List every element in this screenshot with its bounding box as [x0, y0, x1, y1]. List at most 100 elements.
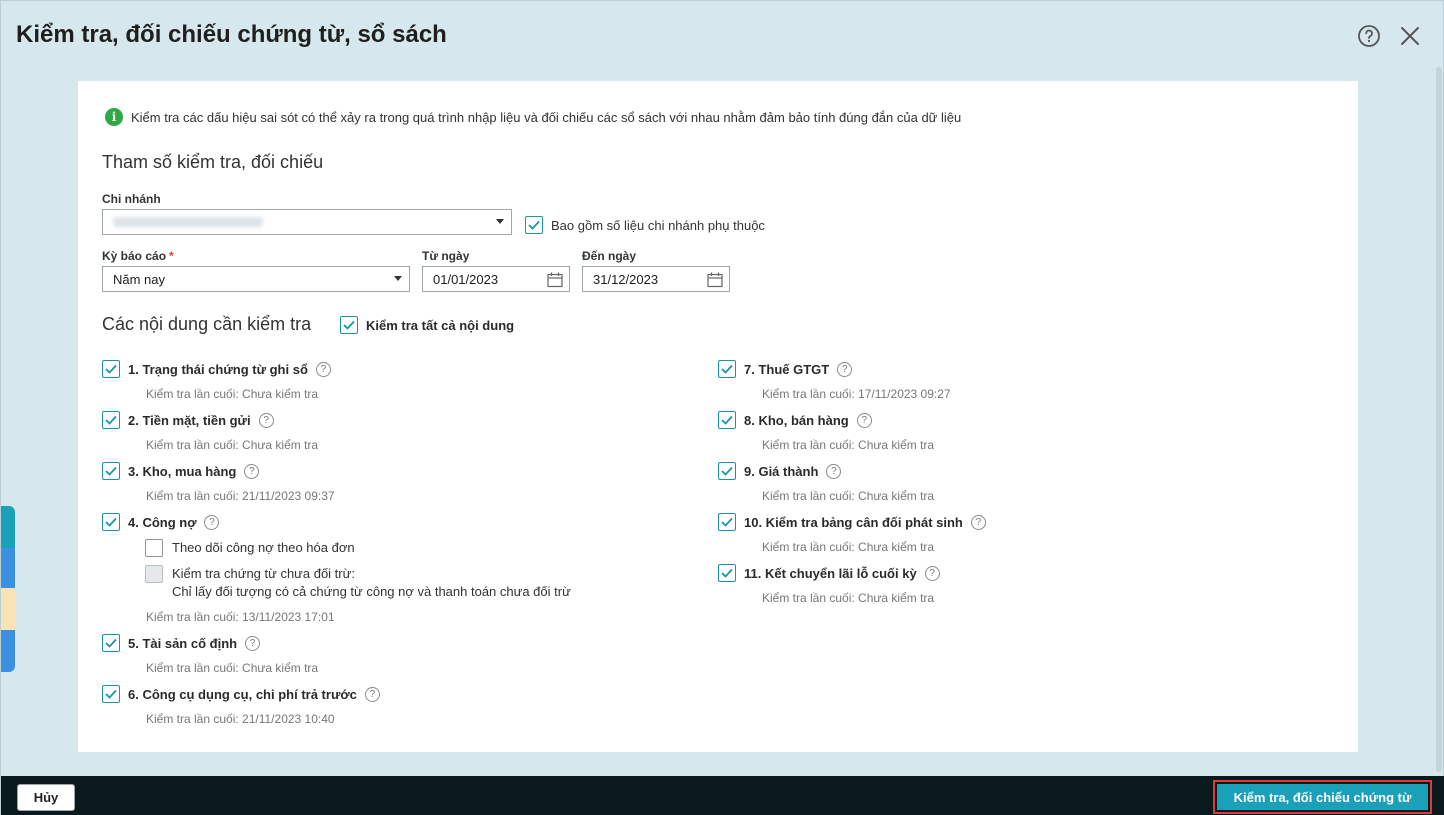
uncleared-docs-line1: Kiểm tra chứng từ chưa đối trừ:: [172, 566, 355, 581]
item-checkbox[interactable]: [718, 462, 736, 480]
branch-label: Chi nhánh: [102, 192, 161, 206]
help-icon[interactable]: ?: [837, 361, 853, 377]
side-quick-tab[interactable]: [1, 506, 15, 672]
item-label: 3. Kho, mua hàng: [128, 463, 237, 479]
check-item-9[interactable]: 9. Giá thành ?: [718, 462, 842, 480]
item-label: 5. Tài sản cố định: [128, 635, 238, 651]
check-all-option[interactable]: Kiểm tra tất cả nội dung: [340, 316, 514, 334]
scrollbar-thumb[interactable]: [1436, 67, 1442, 772]
uncleared-docs-option: Kiểm tra chứng từ chưa đối trừ: Chỉ lấy …: [145, 565, 571, 601]
period-label-text: Kỳ báo cáo: [102, 249, 167, 263]
uncleared-docs-line2: Chỉ lấy đối tượng có cả chứng từ công nợ…: [172, 584, 571, 599]
item-checkbox[interactable]: [102, 634, 120, 652]
info-text: Kiểm tra các dấu hiệu sai sót có thể xảy…: [131, 109, 962, 125]
submit-check-button[interactable]: Kiểm tra, đối chiếu chứng từ: [1217, 784, 1428, 810]
item-label: 6. Công cụ dụng cụ, chi phí trả trước: [128, 686, 357, 702]
period-value: Năm nay: [113, 271, 166, 287]
help-icon[interactable]: ?: [258, 412, 274, 428]
item-last-checked: Kiểm tra lần cuối: 17/11/2023 09:27: [762, 387, 951, 401]
item-label: 4. Công nợ: [128, 514, 197, 530]
check-item-10[interactable]: 10. Kiểm tra bảng cân đối phát sinh ?: [718, 513, 986, 531]
help-icon[interactable]: ?: [204, 514, 220, 530]
info-message: i Kiểm tra các dấu hiệu sai sót có thể x…: [105, 108, 961, 126]
item-checkbox[interactable]: [718, 564, 736, 582]
item-last-checked: Kiểm tra lần cuối: Chưa kiểm tra: [762, 489, 935, 503]
contents-section-title: Các nội dung cần kiểm tra: [102, 314, 312, 334]
side-tab-segment[interactable]: [1, 506, 15, 548]
item-last-checked: Kiểm tra lần cuối: Chưa kiểm tra: [762, 438, 935, 452]
track-by-invoice-option[interactable]: Theo dõi công nợ theo hóa đơn: [145, 539, 355, 557]
item-checkbox[interactable]: [718, 411, 736, 429]
help-icon[interactable]: ?: [970, 514, 986, 530]
branch-value-redacted: [113, 217, 263, 227]
item-last-checked: Kiểm tra lần cuối: 13/11/2023 17:01: [146, 610, 335, 624]
track-by-invoice-checkbox[interactable]: [145, 539, 163, 557]
close-icon[interactable]: [1397, 23, 1423, 49]
check-item-8[interactable]: 8. Kho, bán hàng ?: [718, 411, 872, 429]
check-item-6[interactable]: 6. Công cụ dụng cụ, chi phí trả trước ?: [102, 685, 380, 703]
item-checkbox[interactable]: [102, 360, 120, 378]
calendar-icon[interactable]: [706, 271, 724, 292]
submit-button-highlight: Kiểm tra, đối chiếu chứng từ: [1213, 780, 1432, 814]
side-tab-segment[interactable]: [1, 548, 15, 588]
branch-select[interactable]: [102, 209, 512, 235]
check-item-11[interactable]: 11. Kết chuyển lãi lỗ cuối kỳ ?: [718, 564, 940, 582]
item-label: 7. Thuế GTGT: [744, 361, 830, 377]
check-item-1[interactable]: 1. Trạng thái chứng từ ghi sổ ?: [102, 360, 331, 378]
scrollbar[interactable]: [1435, 67, 1443, 772]
dialog-title: Kiểm tra, đối chiếu chứng từ, sổ sách: [16, 21, 447, 48]
check-item-2[interactable]: 2. Tiền mặt, tiền gửi ?: [102, 411, 274, 429]
params-section-title: Tham số kiểm tra, đối chiếu: [102, 152, 324, 172]
content-panel: i Kiểm tra các dấu hiệu sai sót có thể x…: [78, 81, 1358, 752]
check-item-3[interactable]: 3. Kho, mua hàng ?: [102, 462, 260, 480]
period-select[interactable]: Năm nay: [102, 266, 410, 292]
item-last-checked: Kiểm tra lần cuối: Chưa kiểm tra: [146, 438, 319, 452]
item-checkbox[interactable]: [102, 685, 120, 703]
track-by-invoice-label: Theo dõi công nợ theo hóa đơn: [172, 540, 355, 555]
check-item-4[interactable]: 4. Công nợ ?: [102, 513, 220, 531]
help-icon[interactable]: ?: [826, 463, 842, 479]
check-item-5[interactable]: 5. Tài sản cố định ?: [102, 634, 261, 652]
cancel-button[interactable]: Hủy: [17, 784, 75, 811]
help-icon[interactable]: ?: [364, 686, 380, 702]
item-label: 2. Tiền mặt, tiền gửi: [128, 412, 251, 428]
help-icon[interactable]: ?: [315, 361, 331, 377]
item-last-checked: Kiểm tra lần cuối: Chưa kiểm tra: [762, 540, 935, 554]
info-icon: i: [105, 108, 123, 126]
help-icon[interactable]: ?: [244, 463, 260, 479]
item-checkbox[interactable]: [102, 411, 120, 429]
item-label: 10. Kiểm tra bảng cân đối phát sinh: [744, 514, 963, 530]
help-icon[interactable]: ?: [856, 412, 872, 428]
check-all-label: Kiểm tra tất cả nội dung: [366, 317, 515, 333]
period-label: Kỳ báo cáo *: [102, 249, 174, 263]
include-dependent-option[interactable]: Bao gồm số liệu chi nhánh phụ thuộc: [525, 216, 765, 234]
item-label: 11. Kết chuyển lãi lỗ cuối kỳ: [744, 565, 917, 581]
item-checkbox[interactable]: [718, 513, 736, 531]
help-icon[interactable]: ?: [245, 635, 261, 651]
side-tab-segment[interactable]: [1, 588, 15, 630]
dropdown-arrow-icon: [394, 276, 402, 281]
to-date-value: 31/12/2023: [593, 271, 659, 287]
required-marker: *: [169, 249, 174, 263]
help-icon[interactable]: ?: [924, 565, 940, 581]
from-date-input[interactable]: 01/01/2023: [422, 266, 570, 292]
item-checkbox[interactable]: [102, 513, 120, 531]
item-last-checked: Kiểm tra lần cuối: 21/11/2023 09:37: [146, 489, 335, 503]
to-date-input[interactable]: 31/12/2023: [582, 266, 730, 292]
from-date-label: Từ ngày: [422, 249, 470, 263]
item-last-checked: Kiểm tra lần cuối: Chưa kiểm tra: [146, 661, 319, 675]
calendar-icon[interactable]: [546, 271, 564, 292]
item-checkbox[interactable]: [102, 462, 120, 480]
dialog: Kiểm tra, đối chiếu chứng từ, sổ sách i …: [0, 0, 1444, 815]
uncleared-docs-label: Kiểm tra chứng từ chưa đối trừ: Chỉ lấy …: [172, 565, 571, 601]
include-dependent-checkbox[interactable]: [525, 216, 543, 234]
check-item-7[interactable]: 7. Thuế GTGT ?: [718, 360, 853, 378]
check-all-checkbox[interactable]: [340, 316, 358, 334]
help-icon[interactable]: [1356, 23, 1382, 49]
side-tab-segment[interactable]: [1, 630, 15, 672]
item-checkbox[interactable]: [718, 360, 736, 378]
dialog-footer: Hủy Kiểm tra, đối chiếu chứng từ: [1, 776, 1444, 815]
item-last-checked: Kiểm tra lần cuối: Chưa kiểm tra: [146, 387, 319, 401]
item-last-checked: Kiểm tra lần cuối: Chưa kiểm tra: [762, 591, 935, 605]
dropdown-arrow-icon: [496, 219, 504, 224]
